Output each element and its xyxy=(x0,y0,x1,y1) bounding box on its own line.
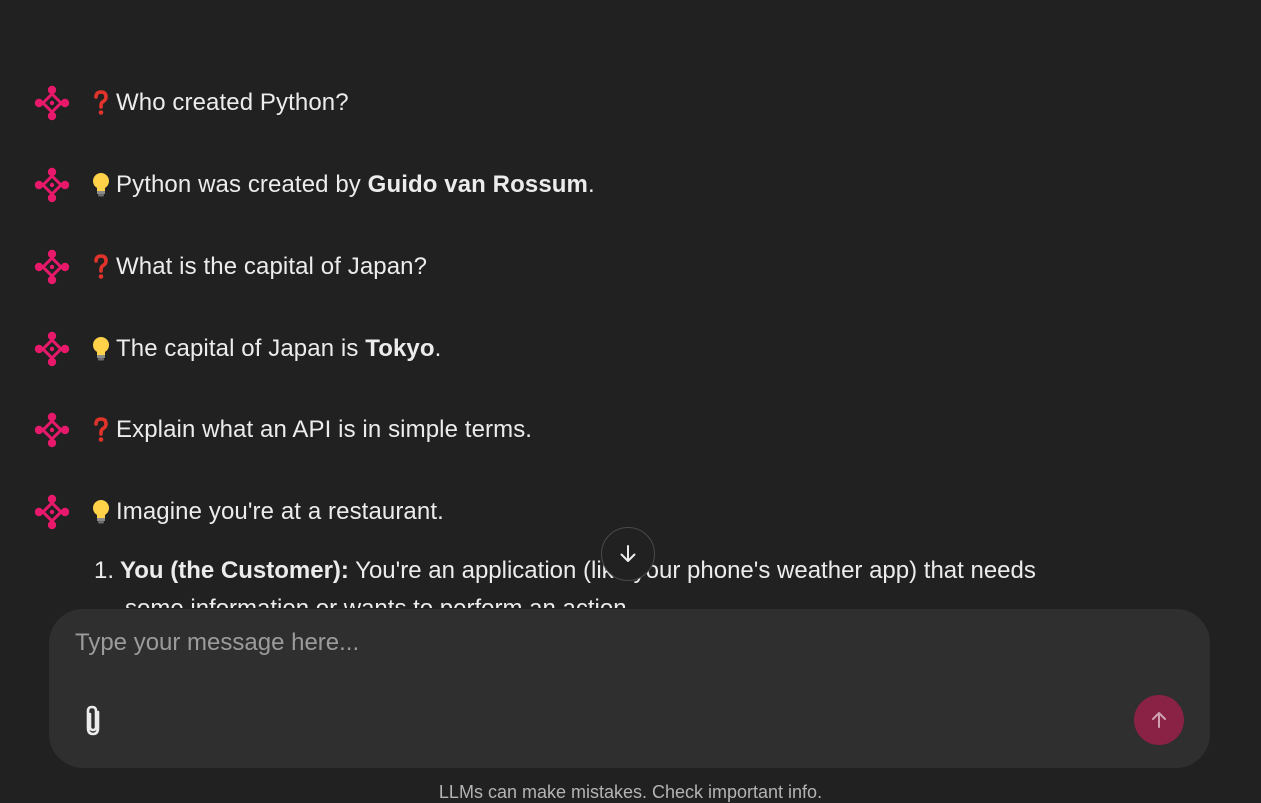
list-item-text: You're an application (like your phone's… xyxy=(348,557,1036,584)
flower-logo-icon xyxy=(34,85,70,121)
flower-logo-icon xyxy=(34,494,70,530)
flower-logo-icon xyxy=(34,249,70,285)
message-question: Explain what an API is in simple terms. xyxy=(34,410,532,450)
send-button[interactable] xyxy=(1134,695,1184,745)
lightbulb-icon xyxy=(90,498,112,526)
message-text: Python was created by Guido van Rossum. xyxy=(116,171,595,198)
arrow-down-icon xyxy=(620,545,636,562)
lightbulb-icon xyxy=(90,335,112,363)
message-text: Who created Python? xyxy=(116,89,349,116)
paperclip-icon xyxy=(86,705,100,736)
message-answer: Imagine you're at a restaurant. xyxy=(34,492,444,532)
message-text: Imagine you're at a restaurant. xyxy=(116,498,444,525)
emphasis-text: Guido van Rossum xyxy=(367,171,588,198)
chat-thread: Who created Python? Python was created b… xyxy=(0,0,1261,608)
list-item-title: You (the Customer): xyxy=(120,557,349,584)
disclaimer-text: LLMs can make mistakes. Check important … xyxy=(438,782,823,802)
message-text: Explain what an API is in simple terms. xyxy=(116,416,533,443)
scroll-to-bottom-button[interactable] xyxy=(601,527,655,581)
list-item-continuation: some information or wants to perform an … xyxy=(94,590,1174,608)
list-item-number: 1. xyxy=(94,557,115,584)
flower-logo-icon xyxy=(34,331,70,367)
arrow-up-icon xyxy=(1152,712,1166,728)
lightbulb-icon xyxy=(90,171,112,199)
question-mark-icon xyxy=(90,416,112,444)
message-text: What is the capital of Japan? xyxy=(116,253,428,280)
message-question: What is the capital of Japan? xyxy=(34,247,427,287)
message-question: Who created Python? xyxy=(34,83,349,123)
emphasis-text: Tokyo xyxy=(365,335,435,362)
message-answer: Python was created by Guido van Rossum. xyxy=(34,165,595,205)
flower-logo-icon xyxy=(34,412,70,448)
message-input[interactable] xyxy=(75,629,1155,657)
attach-button[interactable] xyxy=(77,701,111,741)
flower-logo-icon xyxy=(34,167,70,203)
message-answer: The capital of Japan is Tokyo. xyxy=(34,329,441,369)
question-mark-icon xyxy=(90,253,112,281)
message-text: The capital of Japan is Tokyo. xyxy=(116,335,442,362)
message-composer xyxy=(49,609,1210,768)
question-mark-icon xyxy=(90,89,112,117)
